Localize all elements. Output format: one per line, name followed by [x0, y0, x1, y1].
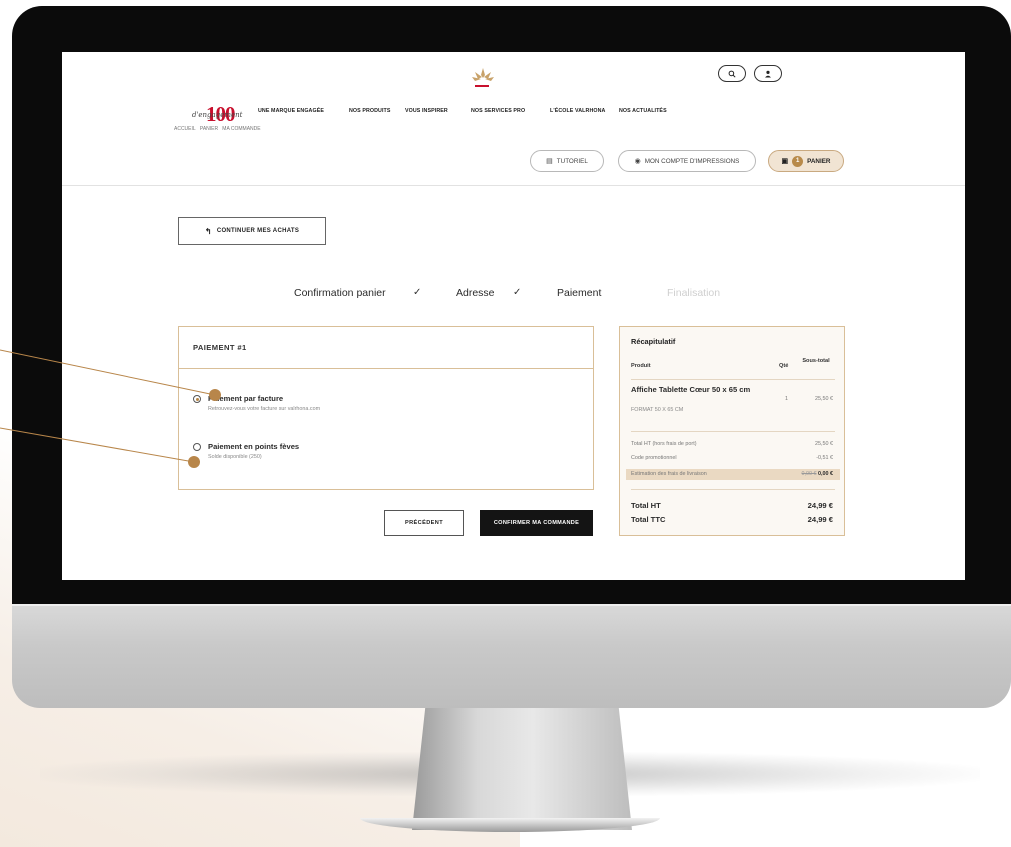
document-icon: ▤	[546, 158, 553, 165]
check-icon: ✓	[513, 287, 522, 298]
monitor-stand	[412, 708, 632, 830]
continue-shopping-button[interactable]: ↰ CONTINUER MES ACHATS	[178, 217, 326, 245]
total-ht-shipping-label: Total HT (hors frais de port)	[631, 441, 697, 447]
user-icon	[765, 70, 771, 77]
cart-button[interactable]: ▣ 1 PANIER	[768, 150, 844, 172]
summary-divider	[631, 489, 835, 490]
nav-item-actualites[interactable]: NOS ACTUALITÉS	[619, 108, 667, 114]
search-button[interactable]	[718, 65, 746, 82]
total-ttc-value: 24,99 €	[807, 515, 833, 524]
promo-value: -0,51 €	[816, 455, 833, 461]
summary-title: Récapitulatif	[631, 337, 676, 346]
radio-invoice[interactable]	[193, 395, 201, 403]
payment-title: PAIEMENT #1	[179, 327, 593, 369]
breadcrumb: ACCUEIL PANIER MA COMMANDE	[174, 126, 261, 132]
logo-script: d'engagement	[192, 111, 243, 119]
check-icon: ✓	[413, 287, 422, 298]
annotation-dot-points	[188, 456, 200, 468]
step-finalisation: Finalisation	[667, 287, 721, 299]
screen: 100 d'engagement UNE MARQUE ENGAGÉE NOS …	[62, 52, 965, 580]
previous-button[interactable]: PRÉCÉDENT	[384, 510, 464, 536]
total-ttc-label: Total TTC	[631, 515, 666, 524]
nav-item-ecole[interactable]: L'ÉCOLE VALRHONA	[550, 108, 605, 114]
account-label: MON COMPTE D'IMPRESSIONS	[644, 157, 740, 165]
product-name: Affiche Tablette Cœur 50 x 65 cm	[631, 385, 751, 394]
step-confirmation: Confirmation panier	[294, 287, 386, 299]
tutorial-button[interactable]: ▤ TUTORIEL	[530, 150, 604, 172]
shipping-new-price: 0,00 €	[818, 471, 833, 477]
logo-underline	[475, 85, 489, 87]
tutorial-label: TUTORIEL	[556, 157, 588, 165]
product-qty: 1	[785, 396, 788, 402]
header-divider	[62, 185, 965, 186]
breadcrumb-panier[interactable]: PANIER	[200, 126, 218, 132]
total-ht-value: 24,99 €	[807, 501, 833, 510]
option-points-title: Paiement en points fèves	[208, 442, 300, 451]
back-arrow-icon: ↰	[204, 226, 212, 236]
option-points-subtitle: Solde disponible (250)	[208, 454, 262, 460]
account-button[interactable]: ◉ MON COMPTE D'IMPRESSIONS	[618, 150, 756, 172]
confirm-order-button[interactable]: CONFIRMER MA COMMANDE	[480, 510, 593, 536]
nav-item-inspirer[interactable]: VOUS INSPIRER	[405, 108, 448, 114]
shipping-value: 0,00 € 0,00 €	[802, 471, 834, 477]
cart-icon: ▣	[781, 158, 789, 165]
annotation-dot-invoice	[209, 389, 221, 401]
cart-count-badge: 1	[792, 155, 804, 167]
total-ht-shipping-value: 25,50 €	[815, 441, 833, 447]
nav-item-marque[interactable]: UNE MARQUE ENGAGÉE	[258, 108, 324, 114]
col-qty: Qté	[779, 363, 789, 369]
step-paiement: Paiement	[557, 287, 602, 299]
product-subtotal: 25,50 €	[815, 396, 833, 402]
account-icon: ◉	[634, 158, 641, 165]
product-format: FORMAT 50 X 65 CM	[631, 407, 684, 413]
option-invoice-subtitle: Retrouvez-vous votre facture sur valrhon…	[208, 406, 321, 412]
radio-points[interactable]	[193, 443, 201, 451]
summary-divider	[631, 431, 835, 432]
cart-label: PANIER	[807, 157, 831, 165]
summary-divider	[631, 379, 835, 380]
breadcrumb-accueil[interactable]: ACCUEIL	[174, 126, 196, 132]
payment-panel: PAIEMENT #1 Paiement par facture Retrouv…	[178, 326, 594, 490]
nav-item-services[interactable]: NOS SERVICES PRO	[471, 108, 525, 114]
continue-shopping-label: CONTINUER MES ACHATS	[216, 228, 300, 234]
step-adresse: Adresse	[456, 287, 495, 299]
monitor-chin	[12, 604, 1011, 708]
promo-label: Code promotionnel	[631, 455, 677, 461]
lotus-logo-icon	[472, 68, 494, 81]
breadcrumb-commande: MA COMMANDE	[222, 126, 261, 132]
search-icon	[728, 70, 736, 78]
total-ht-label: Total HT	[631, 501, 661, 510]
shipping-old-price: 0,00 €	[801, 471, 817, 477]
order-summary: Récapitulatif Produit Qté Sous-total Aff…	[619, 326, 845, 536]
shipping-label: Estimation des frais de livraison	[631, 471, 707, 477]
col-subtotal: Sous-total	[802, 358, 830, 364]
nav-item-produits[interactable]: NOS PRODUITS	[349, 108, 391, 114]
col-product: Produit	[631, 363, 651, 369]
anniversary-logo[interactable]: 100 d'engagement	[192, 102, 242, 127]
user-button[interactable]	[754, 65, 782, 82]
